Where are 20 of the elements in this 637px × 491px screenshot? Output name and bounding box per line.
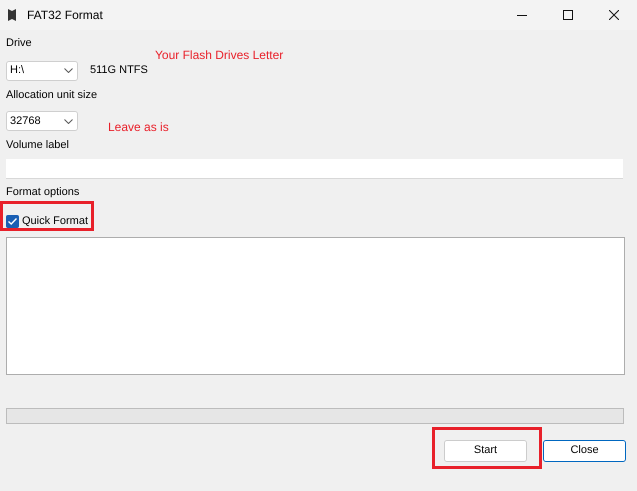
drive-label: Drive xyxy=(6,36,32,51)
dropdown[interactable]: H:\ xyxy=(6,60,78,80)
maximize-icon xyxy=(563,10,573,20)
chevron-down-icon xyxy=(64,118,73,124)
dialog-button[interactable]: Start xyxy=(444,440,527,462)
quick-format-checkbox[interactable] xyxy=(6,214,19,228)
close-icon xyxy=(609,10,619,20)
chevron-down-icon xyxy=(64,68,73,73)
allocation-label: Allocation unit size xyxy=(6,88,98,102)
app-icon xyxy=(7,8,17,22)
volume-label-field[interactable] xyxy=(6,158,623,178)
quick-format-label: Quick Format xyxy=(22,214,88,229)
drive-info: 511G NTFS xyxy=(90,63,148,78)
window-title: FAT32 Format xyxy=(27,7,103,24)
format-options-label: Format options xyxy=(6,184,80,200)
annotation-text: Leave as is xyxy=(108,119,169,136)
volume-label: Volume label xyxy=(6,138,69,153)
annotation-text: Your Flash Drives Letter xyxy=(155,47,284,64)
dialog-button[interactable]: Close xyxy=(543,440,626,462)
dropdown[interactable]: 32768 xyxy=(6,111,78,131)
